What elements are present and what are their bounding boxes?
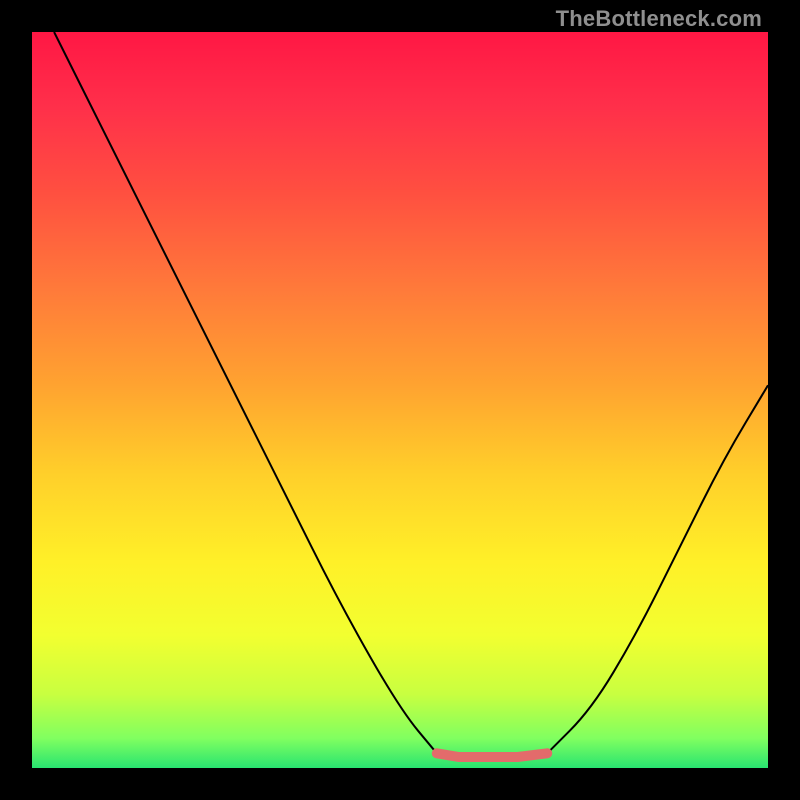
chart-frame: [32, 32, 768, 768]
watermark-text: TheBottleneck.com: [556, 6, 762, 32]
optimal-zone-marker: [437, 753, 547, 757]
gradient-background: [32, 32, 768, 768]
bottleneck-curve-chart: [32, 32, 768, 768]
